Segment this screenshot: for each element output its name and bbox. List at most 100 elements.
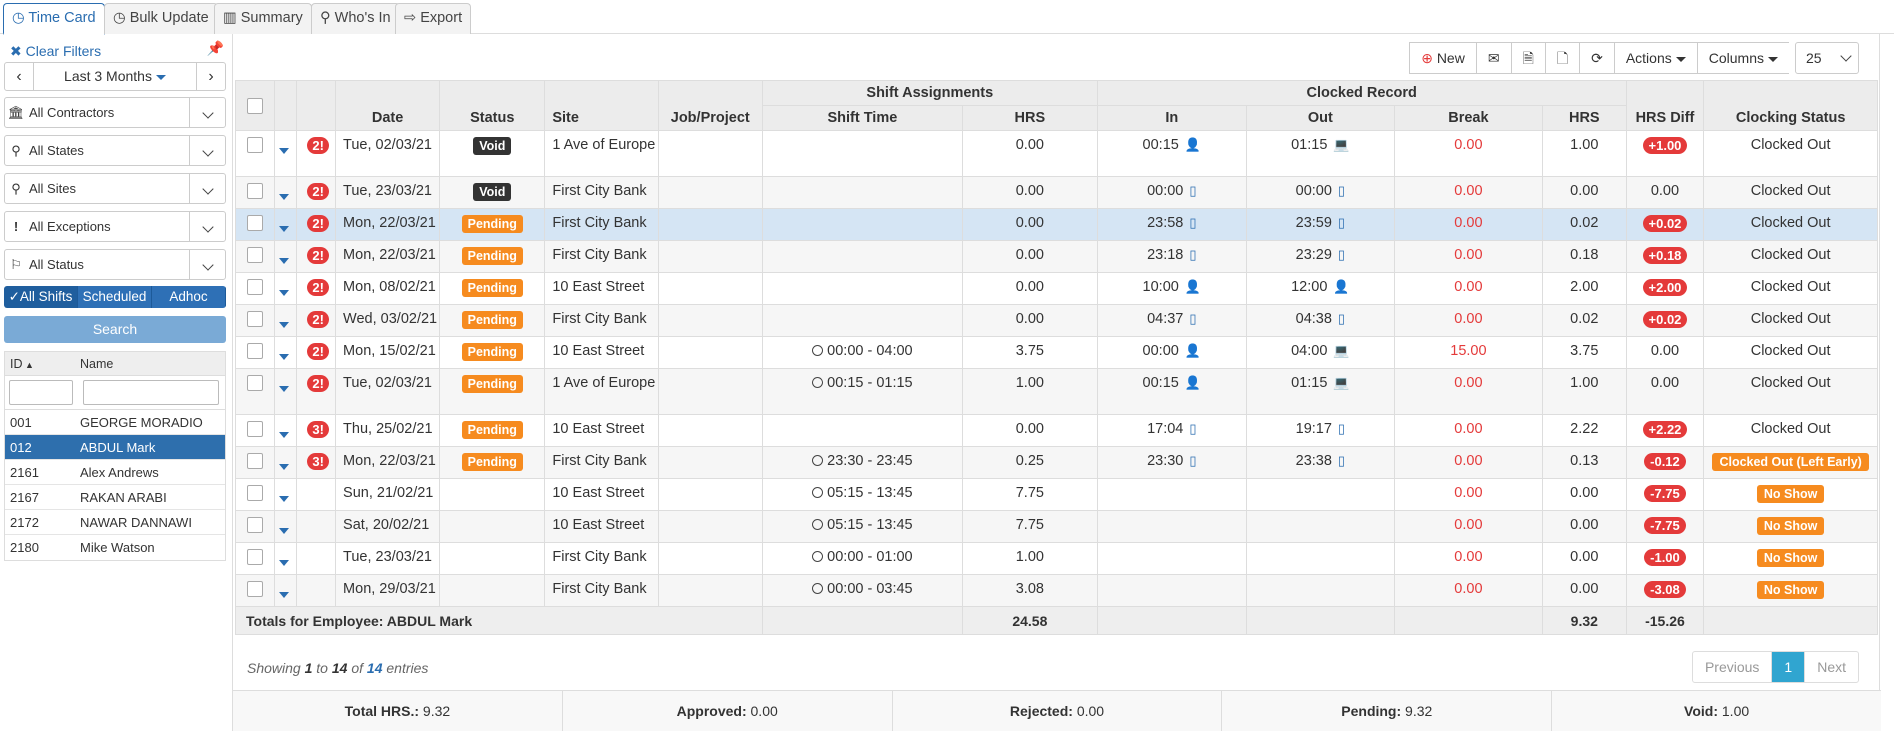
expand-row-icon[interactable] [278,464,289,470]
all-shifts-button[interactable]: ✓All Shifts [4,286,78,308]
expand-row-icon[interactable] [278,148,289,154]
expand-row-icon[interactable] [278,560,289,566]
id-filter-input[interactable] [9,380,73,405]
employee-row[interactable]: 001 GEORGE MORADIO [5,410,225,435]
name-column-header[interactable]: Name [80,352,113,375]
employee-row[interactable]: 2161 Alex Andrews [5,460,225,485]
timecard-row[interactable]: 2! Mon, 22/03/21 Pending First City Bank 0.0… [235,208,1878,241]
exception-badge[interactable]: 3! [307,421,329,438]
timecard-row[interactable]: Tue, 23/03/21 First City Bank 00:00 - 01:0… [235,542,1878,575]
next-page-button[interactable]: Next [1805,652,1858,682]
shift-time-column-header[interactable]: Shift Time [761,105,963,131]
status-filter[interactable]: ⚐ All Status [4,249,226,280]
adhoc-button[interactable]: Adhoc [152,286,226,308]
row-checkbox[interactable] [246,311,263,328]
expand-row-icon[interactable] [278,226,289,232]
columns-dropdown[interactable]: Columns [1696,42,1789,74]
chevron-down-icon[interactable] [189,212,225,241]
clocked-hrs-column-header[interactable]: HRS [1541,105,1627,131]
timecard-row[interactable]: Sat, 20/02/21 10 East Street 05:15 - 13:45… [235,510,1878,543]
exception-filter[interactable]: ! All Exceptions [4,211,226,242]
chevron-down-icon[interactable] [189,174,225,203]
timecard-row[interactable]: 2! Mon, 22/03/21 Pending First City Bank 0.0… [235,240,1878,273]
employee-row[interactable]: 2172 NAWAR DANNAWI [5,510,225,535]
contractor-filter[interactable]: 🏛 All Contractors [4,97,226,128]
site-filter[interactable]: ⚲ All Sites [4,173,226,204]
row-checkbox[interactable] [246,343,263,360]
row-checkbox[interactable] [246,453,263,470]
pin-icon[interactable]: 📌 [207,40,224,57]
clocking-status-column-header[interactable]: Clocking Status [1703,80,1878,131]
timecard-row[interactable]: Mon, 29/03/21 First City Bank 00:00 - 03:4… [235,574,1878,607]
page-size-select[interactable]: 25 [1795,42,1859,74]
id-column-header[interactable]: ID ▲ [5,352,80,375]
expand-row-icon[interactable] [278,386,289,392]
expand-row-icon[interactable] [278,258,289,264]
row-checkbox[interactable] [246,485,263,502]
shift-hrs-column-header[interactable]: HRS [961,105,1098,131]
exception-badge[interactable]: 2! [307,279,329,296]
timecard-row[interactable]: 2! Tue, 02/03/21 Pending 1 Ave of Europe 00:… [235,368,1878,415]
timecard-row[interactable]: 2! Mon, 15/02/21 Pending 10 East Street 00:0… [235,336,1878,369]
page-1-button[interactable]: 1 [1772,652,1806,682]
row-checkbox[interactable] [246,517,263,534]
chevron-down-icon[interactable] [189,98,225,127]
timecard-row[interactable]: 2! Wed, 03/02/21 Pending First City Bank 0.0… [235,304,1878,337]
search-button[interactable]: Search [4,316,226,343]
in-column-header[interactable]: In [1096,105,1247,131]
timecard-row[interactable]: Sun, 21/02/21 10 East Street 05:15 - 13:45… [235,478,1878,511]
state-filter[interactable]: ⚲ All States [4,135,226,166]
hrs-diff-column-header[interactable]: HRS Diff [1625,80,1705,131]
period-dropdown[interactable]: Last 3 Months [33,63,197,90]
timecard-row[interactable]: 3! Mon, 22/03/21 Pending First City Bank 23:… [235,446,1878,479]
next-period-button[interactable]: › [197,63,225,90]
exception-badge[interactable]: 2! [307,375,329,392]
new-button[interactable]: ⊕ New [1409,42,1476,74]
break-column-header[interactable]: Break [1393,105,1543,131]
chevron-down-icon[interactable] [189,250,225,279]
expand-row-icon[interactable] [278,592,289,598]
row-checkbox[interactable] [246,421,263,438]
tab-export[interactable]: ⇨ Export [395,3,472,34]
expand-row-icon[interactable] [278,528,289,534]
scheduled-button[interactable]: Scheduled [78,286,152,308]
exception-badge[interactable]: 2! [307,215,329,232]
row-checkbox[interactable] [246,581,263,598]
date-column-header[interactable]: Date [335,80,441,131]
expand-row-icon[interactable] [278,194,289,200]
expand-row-icon[interactable] [278,354,289,360]
status-column-header[interactable]: Status [439,80,546,131]
row-checkbox[interactable] [246,549,263,566]
employee-row[interactable]: 2180 Mike Watson [5,535,225,560]
exception-badge[interactable]: 2! [307,343,329,360]
timecard-row[interactable]: 2! Tue, 02/03/21 Void 1 Ave of Europe 0.00 00… [235,130,1878,177]
exception-column-header[interactable] [296,80,337,131]
email-button[interactable]: ✉ [1475,42,1511,74]
out-column-header[interactable]: Out [1245,105,1395,131]
timecard-row[interactable]: 2! Tue, 23/03/21 Void First City Bank 0.00 00… [235,176,1878,209]
exception-badge[interactable]: 2! [307,247,329,264]
exception-badge[interactable]: 2! [307,137,329,154]
tab-summary[interactable]: ▥ Summary [214,3,312,34]
timecard-row[interactable]: 3! Thu, 25/02/21 Pending 10 East Street 0.00… [235,414,1878,447]
exception-badge[interactable]: 3! [307,453,329,470]
row-checkbox[interactable] [246,247,263,264]
clear-filters-link[interactable]: ✖ Clear Filters [10,43,101,60]
chevron-down-icon[interactable] [189,136,225,165]
select-all-checkbox[interactable] [246,97,263,114]
expand-row-icon[interactable] [278,322,289,328]
previous-page-button[interactable]: Previous [1693,652,1773,682]
expand-row-icon[interactable] [278,432,289,438]
tab-whos-in[interactable]: ⚲ Who's In [311,3,400,34]
excel-export-button[interactable]: 🗋 [1544,42,1580,74]
job-project-column-header[interactable]: Job/Project [657,80,763,131]
site-column-header[interactable]: Site [544,80,659,131]
row-checkbox[interactable] [246,279,263,296]
employee-row-selected[interactable]: 012 ABDUL Mark [5,435,225,460]
employee-row[interactable]: 2167 RAKAN ARABI [5,485,225,510]
exception-badge[interactable]: 2! [307,311,329,328]
row-checkbox[interactable] [246,183,263,200]
tab-bulk-update[interactable]: ◷ Bulk Update [104,3,218,34]
expand-row-icon[interactable] [278,496,289,502]
exception-badge[interactable]: 2! [307,183,329,200]
